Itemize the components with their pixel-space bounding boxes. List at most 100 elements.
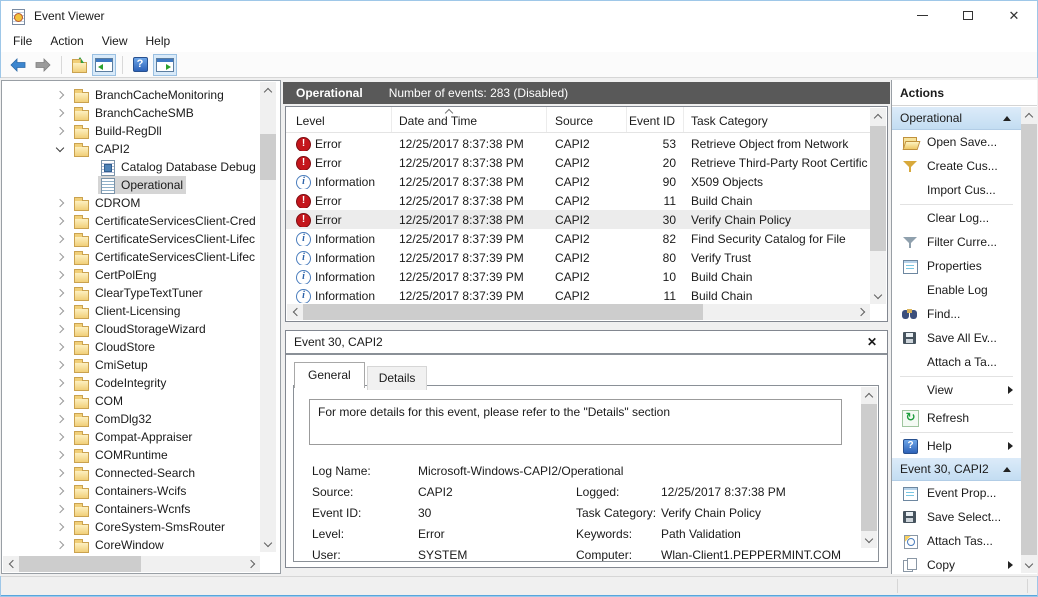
expand-chevron-icon[interactable] <box>56 307 64 315</box>
expand-chevron-icon[interactable] <box>56 109 64 117</box>
scroll-up-button[interactable] <box>861 387 877 403</box>
action-find[interactable]: Find... <box>892 302 1021 326</box>
detail-vertical-scrollbar[interactable] <box>861 387 877 548</box>
expand-chevron-icon[interactable] <box>56 199 64 207</box>
column-header-date-and-time[interactable]: Date and Time <box>392 107 547 132</box>
menu-help[interactable]: Help <box>137 31 180 51</box>
event-row[interactable]: Error12/25/2017 8:37:38 PMCAPI211Build C… <box>286 191 871 210</box>
scroll-down-button[interactable] <box>861 532 877 548</box>
action-save-all-ev[interactable]: Save All Ev... <box>892 326 1021 350</box>
tree-item-branchcachesmb[interactable]: BranchCacheSMB <box>4 104 258 122</box>
expand-chevron-icon[interactable] <box>56 433 64 441</box>
scroll-up-button[interactable] <box>1021 107 1037 123</box>
expand-chevron-icon[interactable] <box>56 325 64 333</box>
tree-item-corewindow[interactable]: CoreWindow <box>4 536 258 554</box>
tree-item-com[interactable]: COM <box>4 392 258 410</box>
scroll-up-button[interactable] <box>260 82 276 98</box>
scroll-up-button[interactable] <box>870 108 886 124</box>
action-import-cus[interactable]: Import Cus... <box>892 178 1021 202</box>
actions-vertical-scrollbar[interactable] <box>1021 107 1037 573</box>
expand-chevron-icon[interactable] <box>56 541 64 549</box>
scrollbar-thumb[interactable] <box>19 556 141 572</box>
scroll-right-button[interactable] <box>854 304 870 320</box>
column-header-event-id[interactable]: Event ID <box>627 107 684 132</box>
show-action-pane-button[interactable] <box>153 54 177 76</box>
event-row[interactable]: Error12/25/2017 8:37:38 PMCAPI253Retriev… <box>286 134 871 153</box>
action-help[interactable]: Help <box>892 434 1021 458</box>
tree-item-certpoleng[interactable]: CertPolEng <box>4 266 258 284</box>
expand-chevron-icon[interactable] <box>56 91 64 99</box>
close-button[interactable]: ✕ <box>991 1 1037 30</box>
expand-chevron-icon[interactable] <box>56 451 64 459</box>
tree-item-capi2[interactable]: CAPI2 <box>4 140 258 158</box>
tree-item-catalog-database-debug[interactable]: Catalog Database Debug <box>4 158 258 176</box>
event-row[interactable]: Error12/25/2017 8:37:38 PMCAPI230Verify … <box>286 210 871 229</box>
tree-item-containers-wcifs[interactable]: Containers-Wcifs <box>4 482 258 500</box>
menu-action[interactable]: Action <box>41 31 92 51</box>
expand-chevron-icon[interactable] <box>56 253 64 261</box>
expand-chevron-icon[interactable] <box>56 397 64 405</box>
action-create-cus[interactable]: Create Cus... <box>892 154 1021 178</box>
action-copy[interactable]: Copy <box>892 553 1021 574</box>
action-save-select[interactable]: Save Select... <box>892 505 1021 529</box>
expand-chevron-icon[interactable] <box>56 343 64 351</box>
event-row[interactable]: Information12/25/2017 8:37:39 PMCAPI282F… <box>286 229 871 248</box>
tree-item-operational[interactable]: Operational <box>4 176 258 194</box>
column-header-source[interactable]: Source <box>547 107 627 132</box>
tree-item-connected-search[interactable]: Connected-Search <box>4 464 258 482</box>
tree-item-certificateservicesclient-lifec[interactable]: CertificateServicesClient-Lifec <box>4 248 258 266</box>
scroll-left-button[interactable] <box>3 556 19 572</box>
tree-item-branchcachemonitoring[interactable]: BranchCacheMonitoring <box>4 86 258 104</box>
tree-item-compat-appraiser[interactable]: Compat-Appraiser <box>4 428 258 446</box>
expand-chevron-icon[interactable] <box>56 487 64 495</box>
action-attach-tas[interactable]: Attach Tas... <box>892 529 1021 553</box>
event-row[interactable]: Information12/25/2017 8:37:39 PMCAPI210B… <box>286 267 871 286</box>
menu-file[interactable]: File <box>4 31 41 51</box>
expand-chevron-icon[interactable] <box>56 415 64 423</box>
tree-item-containers-wcnfs[interactable]: Containers-Wcnfs <box>4 500 258 518</box>
events-horizontal-scrollbar[interactable] <box>287 304 870 320</box>
scroll-down-button[interactable] <box>870 288 886 304</box>
tab-details[interactable]: Details <box>367 366 428 390</box>
tree-item-certificateservicesclient-cred[interactable]: CertificateServicesClient-Cred <box>4 212 258 230</box>
scrollbar-thumb[interactable] <box>1021 124 1037 555</box>
minimize-button[interactable] <box>899 1 945 30</box>
tree-item-cmisetup[interactable]: CmiSetup <box>4 356 258 374</box>
scroll-right-button[interactable] <box>244 556 260 572</box>
expand-chevron-icon[interactable] <box>56 271 64 279</box>
tree-item-client-licensing[interactable]: Client-Licensing <box>4 302 258 320</box>
actions-section-header-event-30-capi2[interactable]: Event 30, CAPI2 <box>892 458 1021 481</box>
maximize-button[interactable] <box>945 1 991 30</box>
scroll-down-button[interactable] <box>1021 557 1037 573</box>
scrollbar-thumb[interactable] <box>303 304 703 320</box>
column-header-level[interactable]: Level <box>286 107 392 132</box>
action-open-save[interactable]: Open Save... <box>892 130 1021 154</box>
forward-button[interactable] <box>31 54 55 76</box>
expand-chevron-icon[interactable] <box>56 217 64 225</box>
back-button[interactable] <box>6 54 30 76</box>
tree-item-coresystem-smsrouter[interactable]: CoreSystem-SmsRouter <box>4 518 258 536</box>
tree-item-cloudstoragewizard[interactable]: CloudStorageWizard <box>4 320 258 338</box>
tree-item-certificateservicesclient-lifec[interactable]: CertificateServicesClient-Lifec <box>4 230 258 248</box>
tree-item-comruntime[interactable]: COMRuntime <box>4 446 258 464</box>
action-clear-log[interactable]: Clear Log... <box>892 206 1021 230</box>
tab-general[interactable]: General <box>294 362 365 388</box>
tree-horizontal-scrollbar[interactable] <box>3 556 260 572</box>
expand-chevron-icon[interactable] <box>56 505 64 513</box>
event-row[interactable]: Information12/25/2017 8:37:39 PMCAPI211B… <box>286 286 871 305</box>
column-header-task-category[interactable]: Task Category <box>684 107 871 132</box>
tree-item-build-regdll[interactable]: Build-RegDll <box>4 122 258 140</box>
show-console-tree-button[interactable] <box>92 54 116 76</box>
export-list-button[interactable] <box>67 54 91 76</box>
scroll-down-button[interactable] <box>260 536 276 552</box>
expand-chevron-icon[interactable] <box>56 127 64 135</box>
tree-item-cleartypetexttuner[interactable]: ClearTypeTextTuner <box>4 284 258 302</box>
scrollbar-thumb[interactable] <box>861 404 877 531</box>
expand-chevron-icon[interactable] <box>56 361 64 369</box>
tree-item-comdlg32[interactable]: ComDlg32 <box>4 410 258 428</box>
events-vertical-scrollbar[interactable] <box>870 108 886 304</box>
action-properties[interactable]: Properties <box>892 254 1021 278</box>
scrollbar-thumb[interactable] <box>260 134 276 180</box>
detail-close-button close-icon[interactable] <box>867 335 877 349</box>
menu-view[interactable]: View <box>93 31 137 51</box>
